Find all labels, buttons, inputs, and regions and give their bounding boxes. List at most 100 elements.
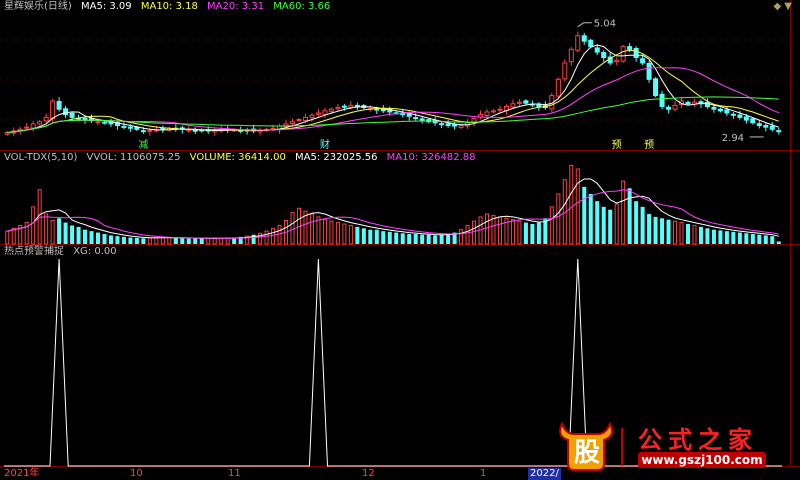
volume-bar: [322, 219, 327, 245]
volume-bar: [523, 222, 528, 244]
volume-bar: [660, 218, 665, 244]
volume-bar: [621, 180, 626, 245]
volume-bar: [258, 232, 263, 245]
volume-bar: [608, 209, 613, 244]
volume-bar: [685, 224, 691, 244]
volume-bar: [342, 223, 347, 245]
volume-bar: [206, 237, 211, 245]
candle-body: [653, 78, 659, 97]
volume-bar: [718, 230, 723, 244]
candle-body: [627, 46, 633, 50]
candle-body: [562, 62, 568, 80]
chart-canvas[interactable]: 5.04 2.94 减 财 预 预: [0, 0, 800, 480]
volume-bar: [601, 206, 606, 244]
high-marker-arrow: [577, 22, 592, 28]
candle-body: [763, 125, 769, 128]
volume-bar: [549, 206, 554, 245]
candle-body: [270, 127, 276, 130]
candle-body: [458, 125, 464, 128]
candle-body: [50, 100, 56, 120]
candle-body: [756, 123, 762, 127]
volume-bar: [44, 213, 49, 245]
volume-bar: [290, 212, 295, 245]
volume-bar: [647, 214, 652, 244]
x-tick-10: 10: [130, 468, 143, 479]
volume-ma10-legend: MA10: 326482.88: [386, 152, 476, 163]
volume-bar: [57, 218, 62, 244]
candle-body: [776, 130, 782, 133]
panel-control-icon[interactable]: ◆ ▼: [773, 1, 792, 12]
candle-body: [69, 112, 75, 118]
candle-body: [63, 108, 69, 116]
candle-body: [666, 106, 672, 110]
candle-body: [127, 126, 133, 129]
volume-bar: [757, 234, 762, 244]
candle-body: [289, 121, 296, 124]
volume-bar: [433, 235, 438, 244]
x-tick-12: 12: [362, 468, 375, 479]
candle-body: [640, 58, 646, 64]
candle-body: [140, 130, 146, 133]
volume-bar: [154, 237, 159, 245]
candle-body: [646, 62, 652, 80]
candle-body: [523, 100, 529, 104]
candle-body: [484, 111, 490, 117]
volume-bar: [5, 230, 10, 245]
volume-bar: [588, 194, 593, 244]
candle-body: [348, 104, 354, 108]
candle-body: [56, 100, 62, 110]
watermark-logo: 股 公式之家 www.gszj100.com: [554, 414, 774, 474]
candle-body: [134, 126, 140, 130]
volume-bar: [744, 233, 749, 244]
indicator-header: 热点预警捕捉 XG: 0.00: [4, 245, 123, 259]
volume-bar: [556, 193, 561, 245]
volume-bar: [128, 237, 133, 244]
candle-body: [516, 101, 522, 104]
volume-bar: [627, 188, 632, 244]
volume-bar: [95, 232, 101, 244]
candle-body: [160, 128, 166, 131]
volume-bar: [484, 213, 490, 245]
candle-body: [101, 121, 108, 124]
candle-body: [717, 108, 723, 112]
indicator-name[interactable]: 热点预警捕捉: [4, 246, 64, 257]
candle-body: [555, 78, 561, 97]
volume-bar: [679, 222, 684, 245]
candle-body: [335, 107, 341, 110]
candle-body: [296, 119, 302, 122]
candle-body: [121, 125, 127, 128]
volume-bar: [11, 227, 16, 245]
volume-bar: [705, 228, 710, 244]
volume-bar: [439, 234, 444, 244]
candle-body: [750, 118, 756, 124]
candle-body: [497, 108, 503, 111]
candle-body: [614, 59, 620, 63]
low-price-label: 2.94: [722, 133, 744, 144]
volume-bar: [167, 237, 172, 245]
volume-bar: [309, 213, 314, 245]
candle-body: [633, 47, 639, 59]
candle-body: [37, 121, 43, 125]
volume-bar: [614, 203, 619, 245]
volume-header: VOL-TDX(5,10) VVOL: 1106075.25 VOLUME: 3…: [4, 151, 481, 165]
volume-bar: [692, 224, 697, 245]
volume-indicator-name[interactable]: VOL-TDX(5,10): [4, 152, 77, 163]
volume-bar: [329, 220, 334, 245]
candle-body: [315, 112, 321, 115]
volume-bar: [199, 237, 204, 244]
candle-body: [452, 124, 458, 127]
volume-bar: [640, 206, 645, 244]
volume-bar: [776, 241, 781, 244]
chart-root: 5.04 2.94 减 财 预 预 星辉娱乐(日线) MA5: 3.09 MA10: 3.…: [0, 0, 800, 480]
candle-body: [445, 123, 451, 127]
volume-bar: [394, 232, 399, 244]
volume-bar: [368, 229, 373, 244]
volume-bar: [271, 227, 276, 245]
candle-body: [659, 93, 665, 107]
candle-body: [439, 123, 445, 126]
ma10-line: [7, 49, 779, 134]
volume-bar: [70, 225, 75, 244]
volume-bar: [491, 214, 496, 245]
volume-bar: [219, 237, 224, 245]
volume-bar: [724, 231, 729, 244]
